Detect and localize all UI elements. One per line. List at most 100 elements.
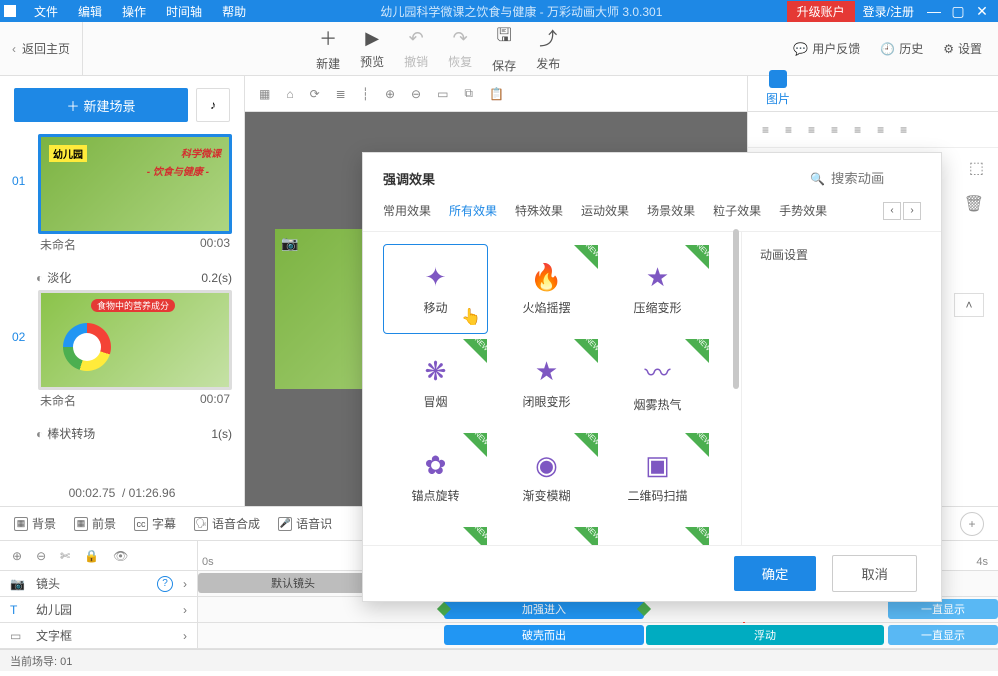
guide-icon[interactable]: ┆ bbox=[362, 87, 369, 101]
align-top-icon[interactable]: ≡ bbox=[831, 123, 838, 137]
expand-icon[interactable]: ⊕ bbox=[12, 549, 22, 563]
chevron-right-icon[interactable]: › bbox=[183, 603, 187, 617]
menu-help[interactable]: 帮助 bbox=[212, 3, 256, 20]
search-input[interactable] bbox=[831, 171, 921, 186]
effect-item-partial[interactable] bbox=[383, 526, 488, 545]
chevron-right-icon[interactable]: › bbox=[183, 577, 187, 591]
clip-float[interactable]: 浮动 bbox=[646, 625, 884, 645]
copy-icon[interactable]: ⧉ bbox=[464, 86, 473, 101]
tab-subtitle[interactable]: cc字幕 bbox=[134, 515, 176, 532]
align-icon[interactable]: ≣ bbox=[336, 87, 346, 101]
scene-transition[interactable]: ◐棒状转场1(s) bbox=[12, 421, 232, 446]
tab-foreground[interactable]: ▦前景 bbox=[74, 515, 116, 532]
tab-gesture[interactable]: 手势效果 bbox=[779, 198, 827, 223]
fg-icon: ▦ bbox=[74, 517, 88, 531]
tab-common[interactable]: 常用效果 bbox=[383, 198, 431, 223]
keyframe-icon[interactable] bbox=[437, 602, 451, 616]
next-button[interactable]: › bbox=[903, 202, 921, 220]
eye-icon[interactable]: 👁 bbox=[113, 549, 128, 563]
effect-item-partial[interactable] bbox=[494, 526, 599, 545]
tab-all[interactable]: 所有效果 bbox=[449, 198, 497, 223]
tab-background[interactable]: ▦背景 bbox=[14, 515, 56, 532]
scene-thumbnail[interactable]: 幼儿园 科学微课 - 饮食与健康 - bbox=[38, 134, 232, 234]
feedback-button[interactable]: 💬用户反馈 bbox=[793, 40, 860, 57]
collapse-icon[interactable]: ⊖ bbox=[36, 549, 46, 563]
scene-transition[interactable]: ◐淡化0.2(s) bbox=[12, 265, 232, 290]
fit-icon[interactable]: ▭ bbox=[437, 87, 448, 101]
publish-button[interactable]: ⤴发布 bbox=[536, 25, 560, 72]
clip-enter[interactable]: 加强进入 bbox=[444, 599, 644, 619]
align-bottom-icon[interactable]: ≡ bbox=[877, 123, 884, 137]
tab-asr[interactable]: 🎤语音识 bbox=[278, 515, 332, 532]
keyframe-icon[interactable] bbox=[637, 602, 651, 616]
zoom-out-icon[interactable]: ⊖ bbox=[411, 87, 421, 101]
effect-item-1[interactable]: 🔥火焰摇摆 bbox=[494, 244, 599, 334]
effect-item-8[interactable]: ▣二维码扫描 bbox=[605, 432, 710, 522]
save-button[interactable]: 🖫保存 bbox=[492, 23, 516, 74]
clip-enter[interactable]: 破壳而出 bbox=[444, 625, 644, 645]
music-button[interactable]: ♪ bbox=[196, 88, 230, 122]
scrollbar[interactable] bbox=[733, 232, 739, 389]
settings-button[interactable]: ⚙设置 bbox=[943, 40, 982, 57]
menu-timeline[interactable]: 时间轴 bbox=[156, 3, 212, 20]
effect-item-7[interactable]: ◉渐变模糊 bbox=[494, 432, 599, 522]
menu-action[interactable]: 操作 bbox=[112, 3, 156, 20]
close-button[interactable]: ✕ bbox=[970, 3, 994, 20]
cut-icon[interactable]: ✄ bbox=[60, 549, 70, 563]
align-left-icon[interactable]: ≡ bbox=[762, 123, 769, 137]
tab-particle[interactable]: 粒子效果 bbox=[713, 198, 761, 223]
effect-item-partial[interactable] bbox=[605, 526, 710, 545]
tab-scene[interactable]: 场景效果 bbox=[647, 198, 695, 223]
redo-button[interactable]: ↷恢复 bbox=[448, 28, 472, 70]
upgrade-button[interactable]: 升级账户 bbox=[787, 1, 855, 22]
scene-item[interactable]: 02 食物中的营养成分 未命名00:07 bbox=[12, 290, 232, 411]
effect-item-5[interactable]: 〰烟雾热气 bbox=[605, 338, 710, 428]
new-button[interactable]: ＋新建 bbox=[316, 25, 340, 72]
menu-file[interactable]: 文件 bbox=[24, 3, 68, 20]
align-right-icon[interactable]: ≡ bbox=[808, 123, 815, 137]
new-scene-button[interactable]: ＋新建场景 bbox=[14, 88, 188, 122]
rotate-icon[interactable]: ⟳ bbox=[310, 87, 320, 101]
prev-button[interactable]: ‹ bbox=[883, 202, 901, 220]
tab-image[interactable]: 图片 bbox=[760, 66, 796, 111]
minimize-button[interactable]: — bbox=[922, 3, 946, 19]
history-button[interactable]: 🕘历史 bbox=[880, 40, 923, 57]
chevron-right-icon[interactable]: › bbox=[183, 629, 187, 643]
paste-icon[interactable]: 📋 bbox=[489, 87, 504, 101]
effect-item-3[interactable]: ❋冒烟 bbox=[383, 338, 488, 428]
effect-label: 二维码扫描 bbox=[627, 487, 687, 504]
menu-edit[interactable]: 编辑 bbox=[68, 3, 112, 20]
undo-button[interactable]: ↶撤销 bbox=[404, 28, 428, 70]
clip-display[interactable]: 一直显示 bbox=[888, 599, 998, 619]
delete-icon[interactable]: 🗑 bbox=[964, 194, 984, 214]
expand-button[interactable]: ˄ bbox=[954, 293, 984, 317]
scene-thumbnail[interactable]: 食物中的营养成分 bbox=[38, 290, 232, 390]
scene-item[interactable]: 01 幼儿园 科学微课 - 饮食与健康 - 未命名00:03 bbox=[12, 134, 232, 255]
object-icon[interactable]: ⬚ bbox=[969, 158, 984, 178]
zoom-in-icon[interactable]: ⊕ bbox=[385, 87, 395, 101]
align-center-icon[interactable]: ≡ bbox=[785, 123, 792, 137]
home-icon[interactable]: ⌂ bbox=[286, 87, 293, 101]
search-animation[interactable]: 🔍 bbox=[810, 171, 921, 186]
maximize-button[interactable]: ▢ bbox=[946, 3, 970, 20]
tab-special[interactable]: 特殊效果 bbox=[515, 198, 563, 223]
cancel-button[interactable]: 取消 bbox=[832, 555, 917, 592]
clip-camera[interactable]: 默认镜头 bbox=[198, 573, 388, 593]
clip-display[interactable]: 一直显示 bbox=[888, 625, 998, 645]
tab-motion[interactable]: 运动效果 bbox=[581, 198, 629, 223]
back-home-button[interactable]: ‹ 返回主页 bbox=[0, 22, 83, 75]
distribute-icon[interactable]: ≡ bbox=[900, 123, 907, 137]
effect-item-6[interactable]: ✿锚点旋转 bbox=[383, 432, 488, 522]
effect-item-0[interactable]: ✦移动👆 bbox=[383, 244, 488, 334]
add-track-button[interactable]: + bbox=[960, 512, 984, 536]
preview-button[interactable]: ▶预览 bbox=[360, 28, 384, 70]
lock-icon[interactable]: 🔒 bbox=[84, 549, 99, 563]
align-middle-icon[interactable]: ≡ bbox=[854, 123, 861, 137]
ruler-icon[interactable]: ▦ bbox=[259, 87, 270, 101]
ok-button[interactable]: 确定 bbox=[734, 556, 817, 591]
login-button[interactable]: 登录/注册 bbox=[863, 3, 914, 20]
tab-tts[interactable]: 🗣语音合成 bbox=[194, 515, 260, 532]
help-icon[interactable]: ? bbox=[157, 576, 173, 592]
effect-item-2[interactable]: ★压缩变形 bbox=[605, 244, 710, 334]
effect-item-4[interactable]: ★闭眼变形 bbox=[494, 338, 599, 428]
